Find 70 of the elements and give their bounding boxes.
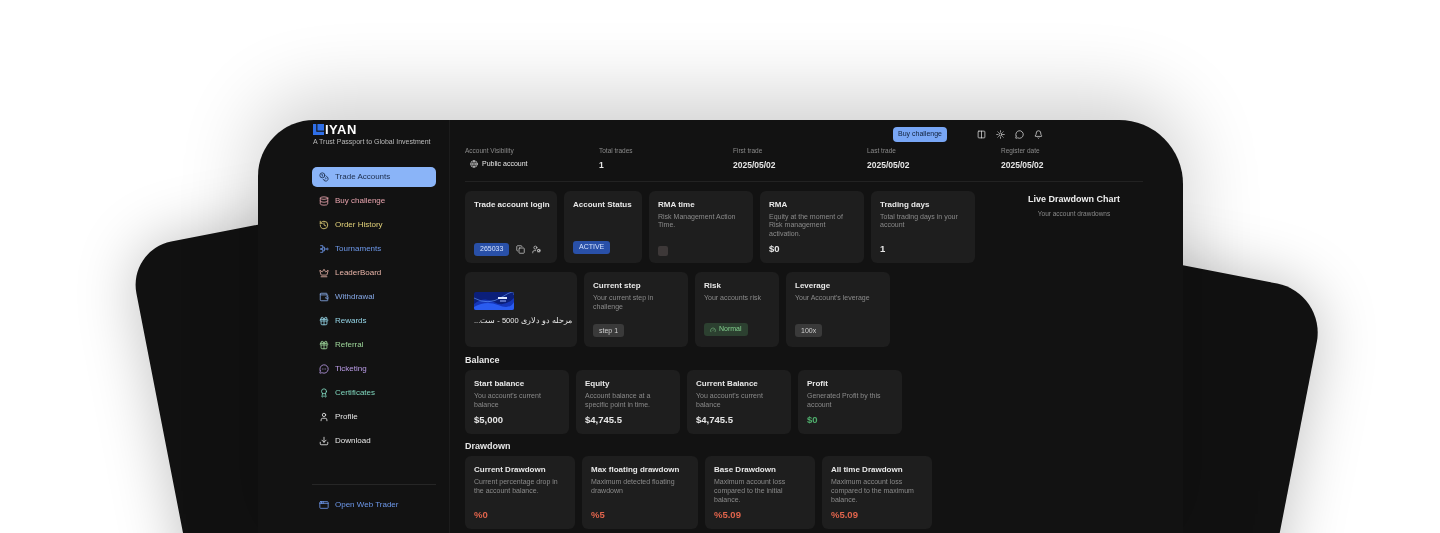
card-value: $5,000 <box>474 412 505 427</box>
gift-icon <box>319 340 329 350</box>
card-title: Trading days <box>880 198 931 211</box>
sidebar-item[interactable]: Buy challenge <box>312 191 436 211</box>
chat-icon[interactable] <box>1015 129 1024 139</box>
sidebar-item[interactable]: Profile <box>312 407 436 427</box>
info-value: 2025/05/02 <box>1001 158 1045 172</box>
sidebar-item[interactable]: Trade Accounts <box>312 167 436 187</box>
history-icon <box>319 220 329 230</box>
empty-indicator <box>658 246 668 256</box>
copy-icon[interactable] <box>516 245 526 254</box>
card-title: Current Drawdown <box>474 464 547 477</box>
card-value: %5 <box>591 507 606 522</box>
card-title: RMA <box>769 198 789 211</box>
card-title: Risk <box>704 280 722 292</box>
window-icon <box>319 500 329 510</box>
card-title: Equity <box>585 378 611 390</box>
award-icon <box>319 388 329 398</box>
section-heading: Drawdown <box>465 439 512 453</box>
card-title: Profit <box>807 378 829 390</box>
info-value: 1 <box>599 158 605 172</box>
section-heading: Balance <box>465 353 501 367</box>
user-icon <box>319 412 329 422</box>
sidebar-item[interactable]: Rewards <box>312 311 436 331</box>
sidebar-item[interactable]: Withdrawal <box>312 287 436 307</box>
sidebar-item[interactable]: Certificates <box>312 383 436 403</box>
sidebar-item[interactable]: Referral <box>312 335 436 355</box>
card-value: $4,745.5 <box>585 412 623 427</box>
card-value: 1 <box>880 241 887 256</box>
bell-icon[interactable] <box>1034 129 1043 139</box>
gauge-icon <box>710 326 716 333</box>
card-title: Trade account login <box>474 198 548 211</box>
card-title: Leverage <box>795 280 832 292</box>
card-value: $0 <box>807 412 819 427</box>
chart-title: Live Drawdown Chart <box>1028 192 1120 206</box>
card-title: RMA time <box>658 198 696 211</box>
globe-icon <box>470 160 478 168</box>
crown-icon <box>319 268 329 278</box>
card-value: %5.09 <box>714 507 742 522</box>
card-value: %5.09 <box>831 507 859 522</box>
sidebar-item[interactable]: Tournaments <box>312 239 436 259</box>
card-title: Max floating drawdown <box>591 464 681 477</box>
card-value: $4,745.5 <box>696 412 734 427</box>
sidebar-item[interactable]: Download <box>312 431 436 451</box>
card-title: Current Balance <box>696 378 759 390</box>
download-icon <box>319 436 329 446</box>
sidebar-item[interactable]: Order History <box>312 215 436 235</box>
sun-icon[interactable] <box>996 129 1005 139</box>
card-title: Account Status <box>573 198 633 211</box>
card-title: Base Drawdown <box>714 464 777 477</box>
coins-icon <box>319 172 329 182</box>
sidebar-item[interactable]: LeaderBoard <box>312 263 436 283</box>
database-icon <box>319 196 329 206</box>
open-web-trader-link[interactable]: Open Web Trader <box>312 495 406 515</box>
info-value: 2025/05/02 <box>733 158 777 172</box>
logo-text: IYAN <box>325 123 357 136</box>
layout-icon[interactable] <box>977 129 986 139</box>
wallet-icon <box>319 292 329 302</box>
chat-icon <box>319 364 329 374</box>
card-value: %0 <box>474 507 489 522</box>
sidebar-item[interactable]: Ticketing <box>312 359 436 379</box>
card-title: All time Drawdown <box>831 464 904 477</box>
user-settings-icon[interactable] <box>532 245 542 254</box>
card-title: Start balance <box>474 378 526 390</box>
gift-icon <box>319 316 329 326</box>
bracket-icon <box>319 244 329 254</box>
info-value: 2025/05/02 <box>867 158 911 172</box>
card-title: Current step <box>593 280 642 292</box>
logo-icon <box>313 124 324 135</box>
card-value: $0 <box>769 241 781 256</box>
